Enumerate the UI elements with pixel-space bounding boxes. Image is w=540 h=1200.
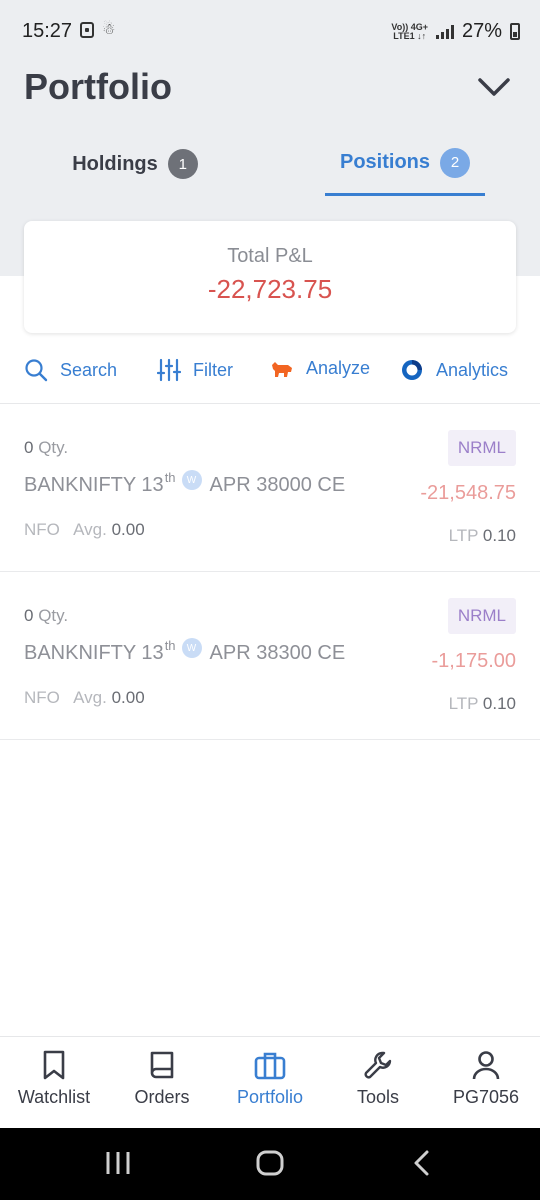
nav-portfolio[interactable]: Portfolio [216, 1049, 324, 1108]
system-navigation-bar [0, 1128, 540, 1200]
holdings-count-badge: 1 [167, 149, 198, 179]
tab-holdings[interactable]: Holdings 1 [40, 132, 230, 196]
nav-tools-label: Tools [356, 1087, 400, 1107]
total-pnl-label: Total P&L [227, 245, 313, 267]
user-icon [472, 1051, 500, 1080]
weekly-expiry-icon: W [181, 638, 202, 658]
position-exchange-avg: NFO Avg. 0.00 [24, 688, 145, 707]
tab-positions-label: Positions [339, 151, 430, 173]
status-right: Vo)) 4G+ LTE1 ↓↑ 27% [391, 20, 520, 43]
search-button[interactable]: Search [24, 358, 117, 382]
wrench-icon [364, 1051, 392, 1079]
position-qty: 0 Qty. [24, 438, 69, 457]
analyze-label: Analyze [306, 358, 371, 378]
position-exchange-avg: NFO Avg. 0.00 [24, 520, 145, 539]
position-row[interactable]: 0 Qty. NRML BANKNIFTY 13th W APR 38300 C… [0, 572, 540, 740]
weekly-expiry-icon: W [181, 470, 202, 490]
nav-watchlist-label: Watchlist [17, 1087, 91, 1107]
product-badge: NRML [447, 430, 516, 466]
sensibull-analytics-icon [402, 360, 422, 380]
filter-sliders-icon [157, 358, 181, 382]
recents-icon[interactable] [104, 1148, 132, 1183]
positions-count-badge: 2 [440, 147, 470, 178]
chevron-down-icon[interactable] [476, 74, 512, 102]
tab-holdings-label: Holdings [72, 152, 158, 175]
position-ltp: LTP 0.10 [448, 694, 516, 713]
filter-label: Filter [193, 359, 233, 380]
back-icon[interactable] [410, 1148, 434, 1183]
nav-orders[interactable]: Orders [108, 1049, 216, 1108]
home-icon[interactable] [255, 1148, 285, 1183]
nav-profile[interactable]: PG7056 [432, 1049, 540, 1108]
product-badge: NRML [447, 598, 516, 634]
position-symbol: BANKNIFTY 13th W APR 38000 CE [24, 470, 346, 496]
total-pnl-value: -22,723.75 [207, 274, 333, 304]
bookmark-icon [43, 1050, 65, 1080]
briefcase-icon [254, 1052, 286, 1080]
total-pnl-card: Total P&L -22,723.75 [24, 221, 516, 333]
book-icon [150, 1051, 174, 1079]
search-label: Search [60, 359, 118, 380]
tab-positions[interactable]: Positions 2 [325, 132, 485, 196]
position-pnl: -1,175.00 [431, 650, 516, 672]
battery-percent: 27% [461, 20, 502, 42]
signal-icon [435, 24, 454, 39]
search-icon [25, 359, 48, 382]
app-notification-icon [80, 22, 94, 38]
position-pnl: -21,548.75 [420, 482, 516, 504]
position-qty: 0 Qty. [24, 606, 69, 625]
snapchat-icon: ☃ [102, 21, 116, 38]
status-bar: 15:27 ☃ Vo)) 4G+ LTE1 ↓↑ 27% [0, 0, 540, 62]
status-time: 15:27 [22, 20, 73, 42]
positions-toolbar: Search Filter Analyze Analytics [0, 352, 540, 404]
position-row[interactable]: 0 Qty. NRML BANKNIFTY 13th W APR 38000 C… [0, 404, 540, 572]
nav-profile-label: PG7056 [452, 1087, 520, 1107]
bull-icon [272, 361, 292, 377]
battery-icon [510, 23, 520, 40]
status-notification-icons: ☃ [80, 22, 115, 38]
bottom-navigation: Watchlist Orders Portfolio Tools PG7056 [0, 1036, 540, 1128]
nav-tools[interactable]: Tools [324, 1049, 432, 1108]
analytics-label: Analytics [436, 359, 509, 380]
nav-portfolio-label: Portfolio [236, 1087, 304, 1107]
nav-watchlist[interactable]: Watchlist [0, 1049, 108, 1108]
filter-button[interactable]: Filter [157, 358, 233, 382]
analytics-button[interactable]: Analytics [400, 358, 508, 382]
position-symbol: BANKNIFTY 13th W APR 38300 CE [24, 638, 346, 664]
network-indicator-icon: Vo)) 4G+ LTE1 ↓↑ [391, 21, 428, 41]
nav-orders-label: Orders [134, 1087, 190, 1107]
analyze-button[interactable]: Analyze [270, 358, 370, 379]
page-title: Portfolio [24, 66, 172, 107]
position-ltp: LTP 0.10 [448, 526, 516, 545]
